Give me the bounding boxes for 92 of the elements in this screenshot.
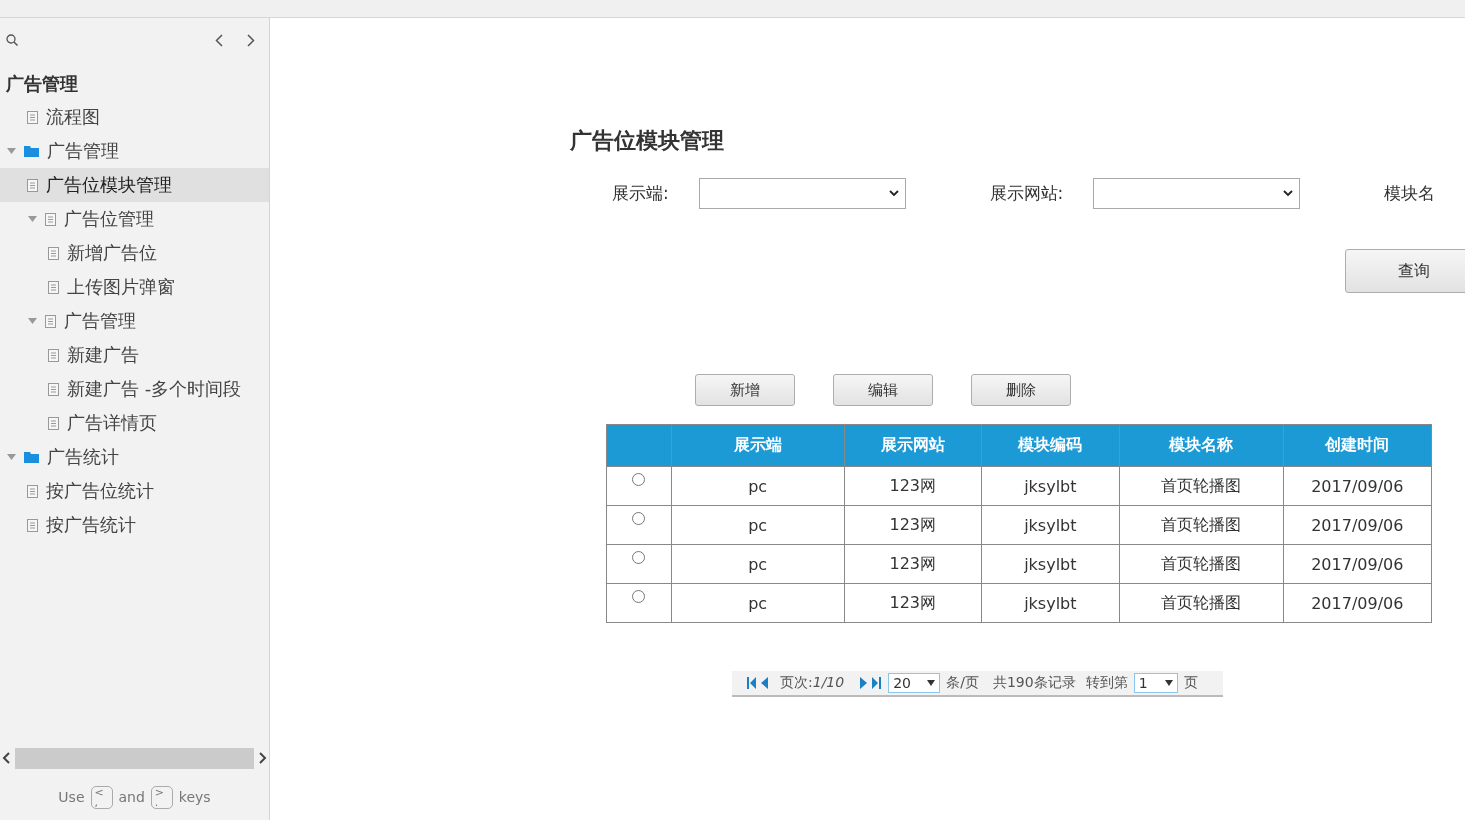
tree-item[interactable]: 按广告统计 [0,508,269,542]
sidebar-title: 广告管理 [5,72,79,96]
page-title: 广告位模块管理 [570,127,725,155]
page-icon [27,178,38,192]
table-cell: jksylbt [981,466,1120,506]
chevron-down-icon [888,190,899,197]
scrollbar-thumb[interactable] [15,747,254,769]
action-button[interactable]: 新增 [695,374,795,406]
table-cell: 2017/09/06 [1283,544,1432,584]
page-icon [48,348,59,362]
column-header: 展示网站 [844,424,982,467]
expand-arrow-icon[interactable] [27,317,37,325]
keycap: > . [150,785,173,809]
table-cell: pc [671,583,845,623]
dropdown-arrow-icon [1164,680,1173,686]
action-button[interactable]: 编辑 [833,374,933,406]
hint-text: and [118,789,145,805]
tree-item[interactable]: 按广告位统计 [0,474,269,508]
expand-arrow-icon[interactable] [6,147,16,155]
query-button[interactable]: 查询 [1345,249,1465,293]
search-icon[interactable] [6,34,18,46]
pager-text: 条/页 [946,674,979,692]
table-cell: pc [671,505,845,545]
table-cell: 123网 [844,466,982,506]
filter-label: 展示端: [612,182,669,205]
page-icon [27,518,38,532]
column-header: 模块名称 [1119,424,1284,467]
table-cell: jksylbt [981,583,1120,623]
page-icon [27,484,38,498]
column-header: 展示端 [671,424,845,467]
last-page-icon[interactable] [858,677,883,689]
table-cell: 2017/09/06 [1283,583,1432,623]
action-button[interactable]: 删除 [971,374,1071,406]
pager-text: 转到第 [1085,674,1128,692]
filter-label: 展示网站: [989,182,1064,205]
row-radio[interactable] [632,590,646,603]
table-cell: 123网 [844,505,982,545]
tree-item[interactable]: 新建广告 -多个时间段 [0,372,269,406]
tree-item[interactable]: 广告位管理 [0,202,269,236]
table-cell: jksylbt [981,544,1120,584]
select-field[interactable] [1093,178,1300,209]
dropdown-arrow-icon [927,680,936,686]
scroll-left-icon[interactable] [2,752,11,764]
table-cell: 2017/09/06 [1283,466,1432,506]
page-icon [27,110,38,124]
column-header: 创建时间 [1283,424,1432,467]
page-icon [45,212,56,226]
page-indicator: 页次:1/10 [780,674,845,692]
table-cell: 123网 [844,583,982,623]
tree-item[interactable]: 流程图 [0,100,269,134]
goto-page-select[interactable]: 1 [1133,673,1178,693]
page-icon [48,280,59,294]
table-cell: 首页轮播图 [1119,466,1284,506]
expand-arrow-icon[interactable] [27,215,37,223]
folder-icon [24,145,39,157]
pager-text: 页 [1183,674,1198,692]
chevron-down-icon [1283,190,1293,197]
tree-item[interactable]: 广告管理 [0,134,269,168]
table-cell: 2017/09/06 [1283,505,1432,545]
scroll-right-icon[interactable] [258,752,267,764]
table-cell: 首页轮播图 [1119,505,1284,545]
folder-icon [24,451,39,463]
hint-text: keys [178,789,211,805]
hint-text: Use [58,789,85,805]
table-cell: 123网 [844,544,982,584]
expand-arrow-icon[interactable] [6,453,16,461]
tree-item[interactable]: 上传图片弹窗 [0,270,269,304]
page-icon [48,416,59,430]
tree-item[interactable]: 新增广告位 [0,236,269,270]
tree-item[interactable]: 广告统计 [0,440,269,474]
pager-text: 共190条记录 [992,674,1076,692]
tree-item[interactable]: 广告管理 [0,304,269,338]
filter-label: 模块名 [1384,182,1435,205]
select-field[interactable] [698,178,906,209]
table-cell: jksylbt [981,505,1120,545]
row-radio[interactable] [632,512,646,525]
tree-item[interactable]: 广告位模块管理 [0,168,269,202]
page-size-select[interactable]: 20 [888,673,941,693]
keycap: < , [90,785,113,809]
table-cell: pc [671,544,845,584]
page-icon [45,314,56,328]
column-header: 模块编码 [981,424,1120,467]
first-page-icon[interactable] [746,677,770,689]
table-cell: pc [671,466,845,506]
table-cell: 首页轮播图 [1119,583,1284,623]
page-icon [48,382,59,396]
tree-item[interactable]: 新建广告 [0,338,269,372]
table-cell: 首页轮播图 [1119,544,1284,584]
row-radio[interactable] [632,551,646,564]
tree-item[interactable]: 广告详情页 [0,406,269,440]
page-icon [48,246,59,260]
row-radio[interactable] [632,473,646,486]
